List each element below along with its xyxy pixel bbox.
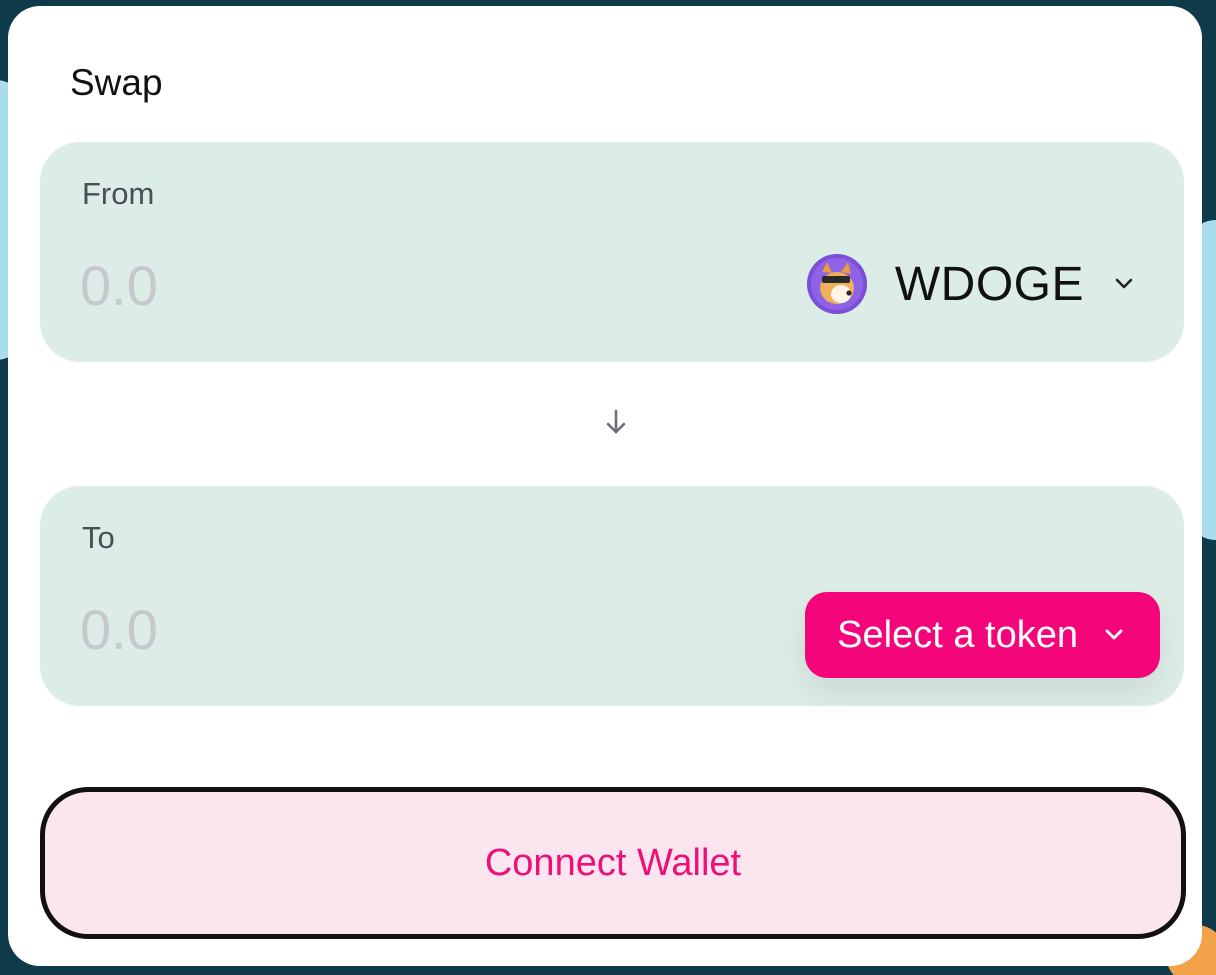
swap-card: Swap From WDOGE [8,6,1202,966]
from-panel: From WDOGE [40,142,1184,362]
from-token-selector[interactable]: WDOGE [806,254,1136,314]
to-amount-input[interactable] [80,594,600,664]
from-label: From [82,176,155,211]
chevron-down-icon [1112,276,1136,292]
connect-wallet-label: Connect Wallet [484,841,742,884]
select-token-button[interactable]: Select a token [805,592,1160,678]
connect-wallet-button[interactable]: Connect Wallet [40,787,1186,939]
select-token-label: Select a token [837,613,1078,656]
swap-title: Swap [70,62,163,103]
from-amount-input[interactable] [80,250,600,320]
to-panel: To Select a token [40,486,1184,706]
wdoge-token-icon [806,254,867,314]
to-label: To [82,520,115,555]
from-token-symbol: WDOGE [894,257,1084,311]
chevron-down-icon [1102,627,1126,643]
arrow-down-icon[interactable] [596,402,636,442]
